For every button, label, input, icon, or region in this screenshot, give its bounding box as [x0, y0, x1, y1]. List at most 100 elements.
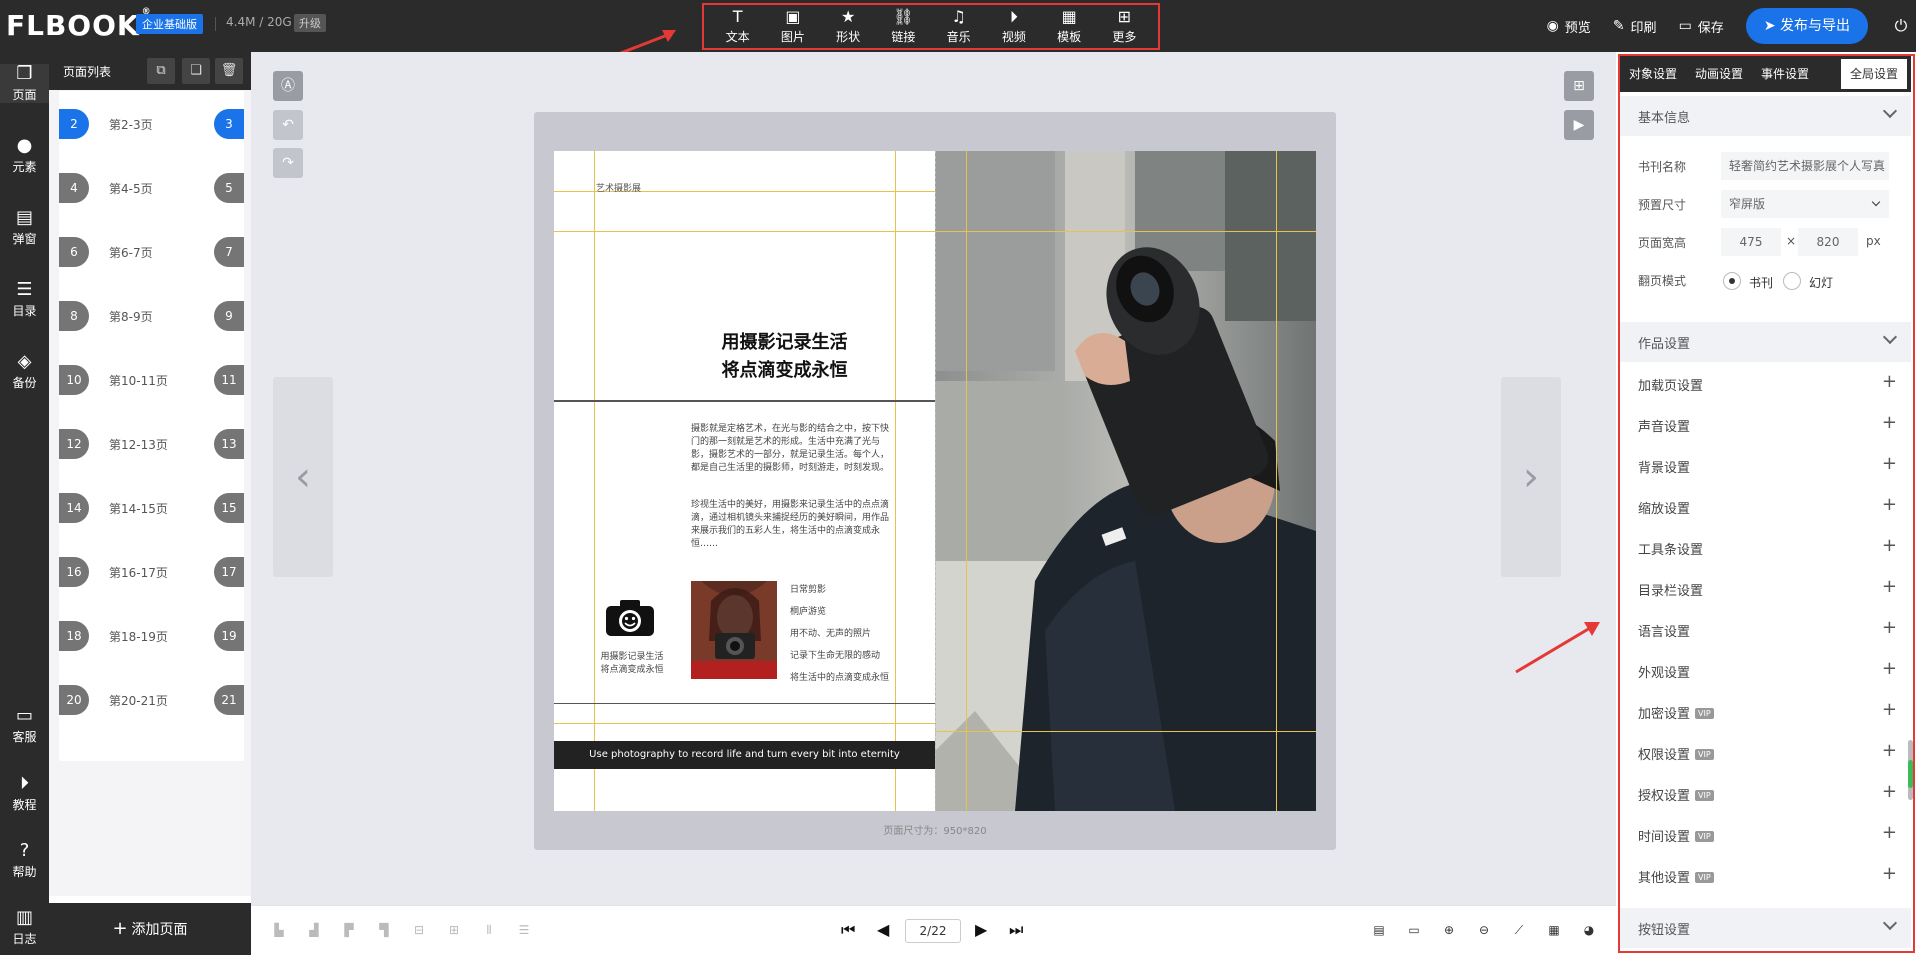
flip-slide-radio[interactable] [1783, 272, 1801, 290]
tool-image[interactable]: ▣ 图片 [768, 8, 818, 45]
power-icon[interactable]: ⏻ [1886, 16, 1916, 36]
sidebar-item-toc[interactable]: ☰ 目录 [0, 280, 49, 319]
list-item[interactable] [59, 731, 244, 761]
print-button[interactable]: ✎ 印刷 [1613, 17, 1657, 36]
setting-loading[interactable]: 加载页设置 + [1620, 363, 1911, 403]
flip-book-radio[interactable] [1723, 272, 1741, 290]
portrait-photo[interactable] [691, 581, 777, 679]
upgrade-button[interactable]: 升级 [294, 14, 326, 32]
page-height-input[interactable]: 820 [1798, 228, 1858, 256]
distribute-h-icon[interactable]: ⫴ [481, 923, 497, 939]
list-item[interactable]: 14 第14-15页 15 [59, 475, 244, 541]
last-page-icon[interactable]: ⏭ [1009, 920, 1023, 940]
sidebar-item-page[interactable]: ❐ 页面 [0, 64, 49, 103]
prev-page-arrow[interactable]: ‹ [273, 377, 333, 577]
headline[interactable]: 用摄影记录生活 将点滴变成永恒 [554, 329, 935, 385]
preview-button[interactable]: ◉ 预览 [1547, 17, 1591, 36]
ruler-icon[interactable]: ⟋ [1511, 923, 1527, 939]
footer-banner[interactable]: Use photography to record life and turn … [554, 741, 935, 769]
tool-video[interactable]: ⏵ 视频 [989, 8, 1039, 45]
left-page[interactable]: 艺术摄影展 用摄影记录生活 将点滴变成永恒 摄影就是定格艺术，在光与影的结合之中… [554, 151, 935, 811]
distribute-v-icon[interactable]: ☰ [516, 923, 532, 939]
section-work-settings[interactable]: 作品设置 [1620, 322, 1911, 362]
list-item[interactable]: 18 第18-19页 19 [59, 603, 244, 669]
setting-time[interactable]: 时间设置 VIP + [1620, 814, 1911, 854]
list-item[interactable]: 12 第12-13页 13 [59, 411, 244, 477]
panel-scrollbar-thumb[interactable] [1908, 760, 1913, 788]
tab-animation-settings[interactable]: 动画设置 [1686, 56, 1752, 92]
zoom-in-icon[interactable]: ⊕ [1441, 923, 1457, 939]
list-item[interactable]: 16 第16-17页 17 [59, 539, 244, 605]
zoom-out-icon[interactable]: ⊖ [1476, 923, 1492, 939]
sidebar-item-popup[interactable]: ▤ 弹窗 [0, 208, 49, 247]
page-width-input[interactable]: 475 [1721, 228, 1781, 256]
list-item[interactable]: 6 第6-7页 7 [59, 219, 244, 285]
add-page-button[interactable]: + 添加页面 [49, 903, 251, 955]
page-number-input[interactable]: 2/22 [905, 919, 961, 943]
color-icon[interactable]: ◕ [1581, 923, 1597, 939]
redo-icon[interactable]: ↷ [273, 148, 303, 178]
align-center-v-icon[interactable]: ⊟ [411, 923, 427, 939]
sidebar-item-help[interactable]: ? 帮助 [0, 841, 49, 880]
tab-object-settings[interactable]: 对象设置 [1620, 56, 1686, 92]
paragraph[interactable]: 珍视生活中的美好，用摄影来记录生活中的点点滴滴，通过相机镜头来捕捉经历的美好瞬间… [691, 499, 896, 551]
list-item[interactable]: 8 第8-9页 9 [59, 283, 244, 349]
tool-more[interactable]: ⊞ 更多 [1099, 8, 1149, 45]
play-preview-icon[interactable]: ▶ [1564, 110, 1594, 140]
list-item[interactable]: 4 第4-5页 5 [59, 155, 244, 221]
align-bottom-icon[interactable]: ▜ [376, 923, 392, 939]
setting-other[interactable]: 其他设置 VIP + [1620, 855, 1911, 895]
first-page-icon[interactable]: ⏮ [841, 920, 855, 940]
setting-toc-bar[interactable]: 目录栏设置 + [1620, 568, 1911, 608]
spread-view-icon[interactable]: ▭ [1406, 923, 1422, 939]
setting-background[interactable]: 背景设置 + [1620, 445, 1911, 485]
delete-page-button[interactable]: 🗑 [215, 58, 243, 84]
grid-icon[interactable]: ▦ [1546, 923, 1562, 939]
list-item[interactable]: 10 第10-11页 11 [59, 347, 244, 413]
list-item[interactable]: 2 第2-3页 3 [59, 91, 244, 157]
list-item[interactable]: 20 第20-21页 21 [59, 667, 244, 733]
tool-shape[interactable]: ★ 形状 [823, 8, 873, 45]
add-layer-icon[interactable]: ⊞ [1564, 71, 1594, 101]
duplicate-page-button[interactable]: ❏ [182, 58, 210, 84]
setting-appearance[interactable]: 外观设置 + [1620, 650, 1911, 690]
photographer-photo[interactable] [935, 151, 1316, 811]
align-right-icon[interactable]: ▟ [306, 923, 322, 939]
sidebar-item-elements[interactable]: ● 元素 [0, 136, 49, 175]
sidebar-item-backup[interactable]: ◈ 备份 [0, 352, 49, 391]
tool-template[interactable]: ▦ 模板 [1044, 8, 1094, 45]
save-button[interactable]: ▭ 保存 [1679, 17, 1724, 36]
next-page-arrow[interactable]: › [1501, 377, 1561, 577]
sidebar-item-service[interactable]: ▭ 客服 [0, 706, 49, 745]
copy-page-button[interactable]: ⧉ [147, 58, 175, 84]
next-page-icon[interactable]: ▶ [975, 920, 987, 939]
tool-link[interactable]: ⛓ 链接 [878, 8, 928, 45]
page-view-icon[interactable]: ▤ [1371, 923, 1387, 939]
book-name-input[interactable]: 轻奢简约艺术摄影展个人写真 [1721, 152, 1889, 180]
prev-page-icon[interactable]: ◀ [877, 920, 889, 939]
setting-sound[interactable]: 声音设置 + [1620, 404, 1911, 444]
publish-button[interactable]: ➤ 发布与导出 [1745, 8, 1868, 44]
camera-icon[interactable] [604, 598, 656, 638]
undo-icon[interactable]: ↶ [273, 110, 303, 140]
tab-global-settings[interactable]: 全局设置 [1840, 59, 1907, 89]
sidebar-item-tutorial[interactable]: ⏵ 教程 [0, 774, 49, 813]
preset-size-select[interactable]: 窄屏版 [1721, 190, 1889, 218]
setting-language[interactable]: 语言设置 + [1620, 609, 1911, 649]
sidebar-item-log[interactable]: ▥ 日志 [0, 908, 49, 947]
page-list-scroll[interactable]: 2 第2-3页 3 4 第4-5页 5 6 第6-7页 7 8 第8-9页 9 10 第10-11… [49, 90, 251, 896]
tool-text[interactable]: T 文本 [713, 8, 763, 45]
auto-layout-icon[interactable]: Ⓐ [273, 71, 303, 101]
section-button-settings[interactable]: 按钮设置 [1620, 908, 1911, 948]
setting-encryption[interactable]: 加密设置 VIP + [1620, 691, 1911, 731]
setting-zoom[interactable]: 缩放设置 + [1620, 486, 1911, 526]
tool-music[interactable]: ♫ 音乐 [934, 8, 984, 45]
align-center-h-icon[interactable]: ⊞ [446, 923, 462, 939]
align-left-icon[interactable]: ▙ [271, 923, 287, 939]
setting-toolbar[interactable]: 工具条设置 + [1620, 527, 1911, 567]
tab-event-settings[interactable]: 事件设置 [1752, 56, 1818, 92]
setting-permission[interactable]: 权限设置 VIP + [1620, 732, 1911, 772]
section-basic-info[interactable]: 基本信息 [1620, 96, 1911, 136]
setting-authorization[interactable]: 授权设置 VIP + [1620, 773, 1911, 813]
align-top-icon[interactable]: ▛ [341, 923, 357, 939]
